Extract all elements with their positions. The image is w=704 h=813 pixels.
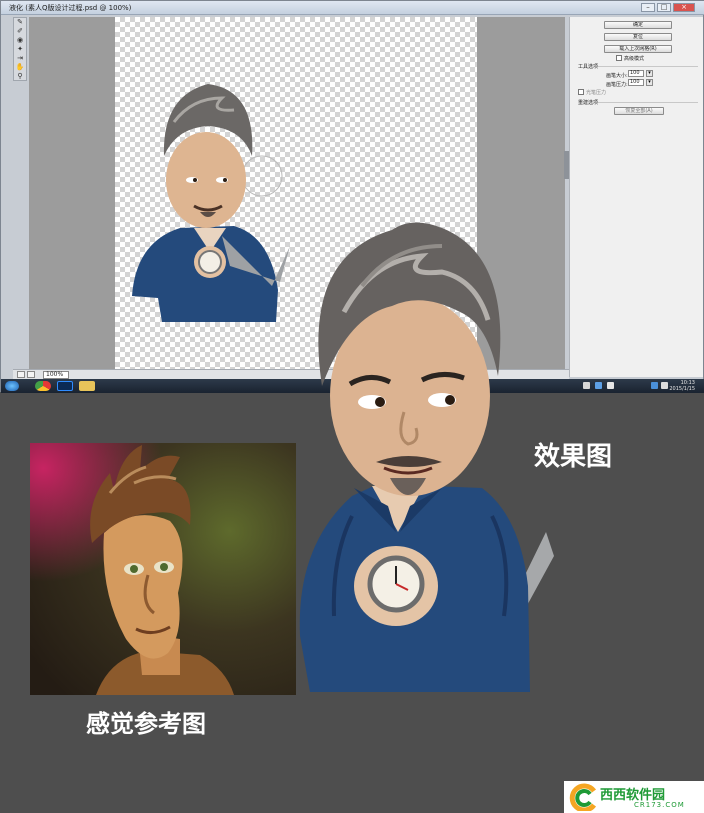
chrome-icon[interactable] xyxy=(35,381,51,391)
stylus-pressure-checkbox[interactable] xyxy=(578,89,584,95)
minimize-button[interactable]: – xyxy=(641,3,655,12)
maximize-button[interactable]: □ xyxy=(657,3,671,12)
pupil-shape xyxy=(375,397,385,407)
volume-icon[interactable] xyxy=(661,382,668,389)
liquify-options-panel: 确定 复位 载入上次网格(R) 高级模式 工具选项 画笔大小: 100 ▾ 画笔… xyxy=(569,17,703,377)
brush-pressure-dropdown[interactable]: ▾ xyxy=(646,79,653,86)
result-caricature-image xyxy=(299,222,554,692)
brush-pressure-label: 画笔压力: xyxy=(606,82,628,88)
photoshop-icon[interactable] xyxy=(57,381,73,391)
liquify-toolbar: ✎ ✐ ◉ ✦ ⇥ ✋ ⚲ xyxy=(13,17,27,81)
zoom-icon[interactable]: ⚲ xyxy=(14,72,26,81)
title-bar: 液化 (素人Q版设计过程.psd @ 100%) – □ × xyxy=(1,1,704,15)
reference-caricature-image xyxy=(30,443,296,695)
watermark-logo-icon xyxy=(569,783,597,811)
reconstruct-icon[interactable]: ✐ xyxy=(14,27,26,36)
clock-shape xyxy=(198,250,222,274)
pucker-icon[interactable]: ◉ xyxy=(14,36,26,45)
pupil-shape xyxy=(445,395,455,405)
divider xyxy=(598,66,698,67)
watermark-url: CR173.COM xyxy=(634,801,685,809)
hand-icon[interactable]: ✋ xyxy=(14,63,26,72)
close-button[interactable]: × xyxy=(673,3,695,12)
tool-options-heading: 工具选项 xyxy=(578,64,599,70)
window-title: 液化 (素人Q版设计过程.psd @ 100%) xyxy=(9,4,132,12)
bloat-icon[interactable]: ✦ xyxy=(14,45,26,54)
advanced-mode-label: 高级模式 xyxy=(624,56,645,62)
advanced-mode-checkbox[interactable] xyxy=(616,55,622,61)
divider xyxy=(598,102,698,103)
start-button-icon[interactable] xyxy=(5,381,19,391)
pupil-shape xyxy=(193,178,197,182)
result-caption: 效果图 xyxy=(534,442,613,472)
tray-icon[interactable] xyxy=(583,382,590,389)
brush-size-label: 画笔大小: xyxy=(606,73,628,79)
tray-icon[interactable] xyxy=(607,382,614,389)
tray-icon[interactable] xyxy=(595,382,602,389)
network-icon[interactable] xyxy=(651,382,658,389)
canvas-caricature-image xyxy=(132,84,290,322)
zoom-in-button[interactable] xyxy=(27,371,35,378)
folder-icon[interactable] xyxy=(79,381,95,391)
pupil-shape xyxy=(160,563,168,571)
rebuild-options-heading: 重建选项 xyxy=(578,100,599,106)
watermark: 西西软件园 CR173.COM xyxy=(564,781,704,813)
brush-size-input[interactable]: 100 xyxy=(628,70,644,77)
zoom-out-button[interactable] xyxy=(17,371,25,378)
restore-all-button[interactable]: 恢复全部(A) xyxy=(614,107,664,115)
zoom-field[interactable]: 100% xyxy=(43,371,69,379)
reset-button[interactable]: 复位 xyxy=(604,33,672,41)
tray-clock[interactable]: 10:13 2015/1/15 xyxy=(669,380,695,392)
stylus-pressure-label: 光笔压力 xyxy=(586,90,607,96)
brush-pressure-input[interactable]: 100 xyxy=(628,79,644,86)
brush-cursor xyxy=(241,155,283,197)
tray-date: 2015/1/15 xyxy=(669,386,695,392)
load-mesh-button[interactable]: 载入上次网格(R) xyxy=(604,45,672,53)
canvas-pasteboard-left xyxy=(29,17,115,369)
reference-caption: 感觉参考图 xyxy=(86,710,206,738)
pupil-shape xyxy=(223,178,227,182)
pupil-shape xyxy=(130,565,138,573)
ok-button[interactable]: 确定 xyxy=(604,21,672,29)
forward-warp-icon[interactable]: ✎ xyxy=(14,18,26,27)
push-left-icon[interactable]: ⇥ xyxy=(14,54,26,63)
brush-size-dropdown[interactable]: ▾ xyxy=(646,70,653,77)
